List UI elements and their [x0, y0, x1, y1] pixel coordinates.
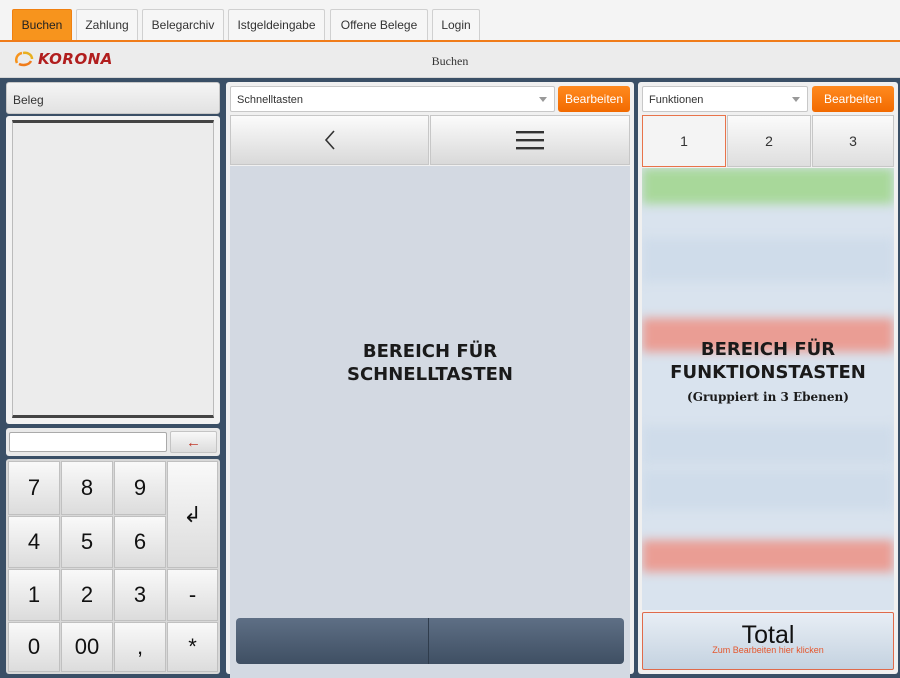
amount-input-row: ←	[6, 428, 220, 456]
main-tab-bar: Buchen Zahlung Belegarchiv Istgeldeingab…	[0, 0, 900, 42]
quick-keys-area-subtitle: SCHNELLTASTEN	[347, 364, 513, 385]
tab-offene-belege[interactable]: Offene Belege	[330, 9, 428, 40]
page-title: Buchen	[431, 54, 469, 68]
hamburger-menu-icon	[516, 131, 544, 150]
edit-functions-button[interactable]: Bearbeiten	[812, 86, 894, 112]
key-2[interactable]: 2	[61, 569, 113, 621]
function-keys-panel: Funktionen Bearbeiten 1 2 3 BEREICH FÜR …	[638, 82, 898, 674]
total-edit-hint: Zum Bearbeiten hier klicken	[712, 645, 824, 655]
function-select[interactable]: Funktionen	[642, 86, 808, 112]
key-6[interactable]: 6	[114, 516, 166, 568]
chevron-down-icon	[539, 97, 547, 102]
enter-key[interactable]: ↲	[167, 461, 218, 568]
blurred-key	[642, 470, 894, 510]
receipt-panel	[6, 116, 220, 424]
function-select-value: Funktionen	[649, 94, 704, 106]
key-4[interactable]: 4	[8, 516, 60, 568]
minus-key[interactable]: -	[167, 569, 218, 621]
key-0[interactable]: 0	[8, 622, 60, 672]
function-keys-area-subtitle: FUNKTIONSTASTEN	[670, 362, 866, 383]
beleg-header: Beleg	[6, 82, 220, 114]
blurred-key-red	[642, 540, 894, 572]
key-9[interactable]: 9	[114, 461, 166, 515]
bottom-action-bar	[236, 618, 624, 664]
multiply-key[interactable]: *	[167, 622, 218, 672]
level-tab-3[interactable]: 3	[812, 115, 894, 167]
tab-login[interactable]: Login	[432, 9, 480, 40]
key-00[interactable]: 00	[61, 622, 113, 672]
key-7[interactable]: 7	[8, 461, 60, 515]
numeric-keypad: 7 8 9 ↲ 4 5 6 1 2 3 - 0 00 , *	[6, 459, 220, 674]
blurred-key	[642, 426, 894, 464]
edit-quick-keys-button[interactable]: Bearbeiten	[558, 86, 630, 112]
key-8[interactable]: 8	[61, 461, 113, 515]
tab-istgeldeingabe[interactable]: Istgeldeingabe	[228, 9, 325, 40]
blurred-key-green	[642, 168, 894, 204]
key-5[interactable]: 5	[61, 516, 113, 568]
level-tab-1[interactable]: 1	[642, 115, 726, 167]
tab-zahlung[interactable]: Zahlung	[76, 9, 138, 40]
total-button[interactable]: Total Zum Bearbeiten hier klicken	[642, 612, 894, 670]
function-keys-area-title: BEREICH FÜR	[700, 339, 836, 360]
bottom-action-left[interactable]	[236, 618, 429, 664]
back-nav-button[interactable]	[230, 115, 429, 165]
quick-keys-area[interactable]: BEREICH FÜR SCHNELLTASTEN	[230, 166, 630, 678]
backspace-button[interactable]: ←	[170, 431, 217, 453]
level-tab-2[interactable]: 2	[727, 115, 811, 167]
quick-keys-select[interactable]: Schnelltasten	[230, 86, 555, 112]
function-keys-area[interactable]: BEREICH FÜR FUNKTIONSTASTEN (Gruppiert i…	[642, 168, 894, 610]
app-header: KORONA Buchen	[0, 42, 900, 78]
tab-buchen[interactable]: Buchen	[12, 9, 72, 40]
tab-belegarchiv[interactable]: Belegarchiv	[142, 9, 224, 40]
receipt-list[interactable]	[12, 120, 214, 418]
quick-keys-area-title: BEREICH FÜR	[362, 341, 498, 362]
key-1[interactable]: 1	[8, 569, 60, 621]
blurred-key	[642, 238, 894, 282]
chevron-left-icon	[324, 130, 335, 150]
quick-keys-panel: Schnelltasten Bearbeiten BEREICH FÜR SCH…	[226, 82, 634, 678]
chevron-down-icon	[792, 97, 800, 102]
comma-key[interactable]: ,	[114, 622, 166, 672]
key-3[interactable]: 3	[114, 569, 166, 621]
bottom-action-right[interactable]	[430, 618, 624, 664]
quick-keys-select-value: Schnelltasten	[237, 94, 304, 106]
menu-button[interactable]	[430, 115, 630, 165]
amount-input[interactable]	[9, 432, 167, 452]
function-keys-area-note: (Gruppiert in 3 Ebenen)	[687, 390, 849, 404]
